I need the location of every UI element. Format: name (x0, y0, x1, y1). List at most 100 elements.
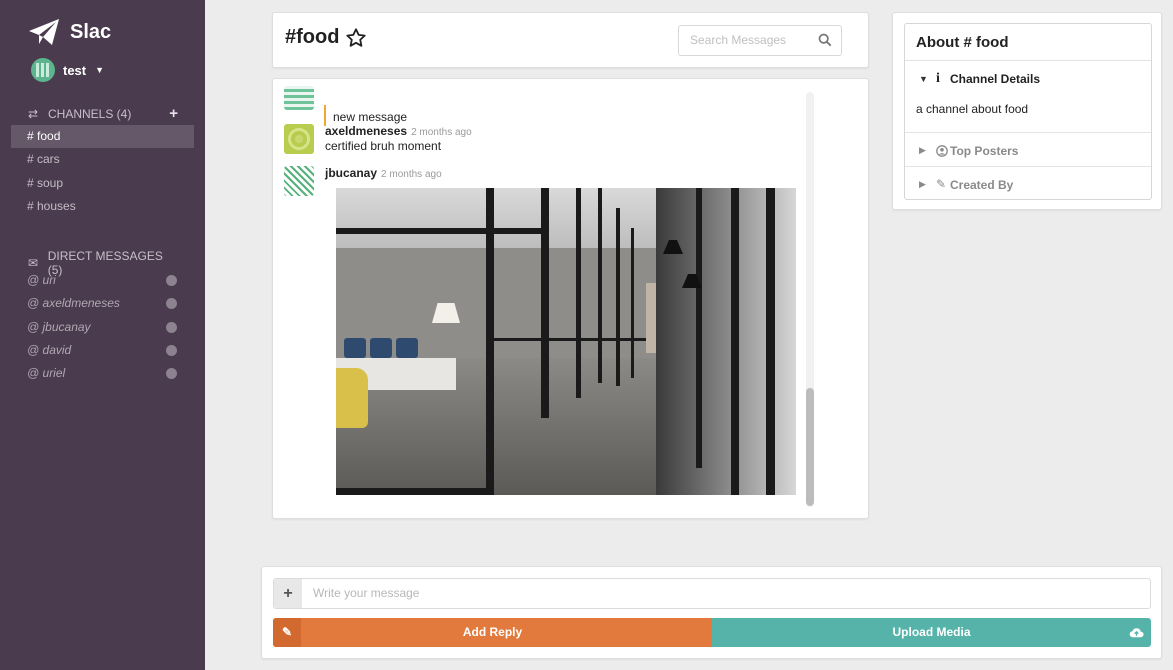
dm-item-uri[interactable]: @ uri (27, 270, 177, 290)
caret-right-icon: ▶ (919, 179, 926, 189)
status-dot (166, 368, 177, 379)
top-posters-label: Top Posters (950, 144, 1019, 158)
image-frame (696, 188, 702, 468)
image-frame (486, 188, 494, 495)
status-dot (166, 298, 177, 309)
username: test (63, 62, 87, 78)
sidebar-item-cars[interactable]: # cars (11, 148, 194, 171)
message-time: 2 months ago (411, 127, 472, 138)
dm-label: @ uri (27, 273, 56, 287)
image-frame (336, 488, 486, 495)
message-text: certified bruh moment (325, 139, 442, 153)
message-time: 2 months ago (381, 169, 442, 180)
plus-icon[interactable]: + (274, 579, 302, 608)
composer-buttons: ✎ Add Reply Upload Media (273, 618, 1151, 647)
dm-label: @ jbucanay (27, 320, 91, 334)
created-by-label: Created By (950, 178, 1014, 192)
star-icon[interactable] (345, 27, 367, 49)
caret-down-icon: ▼ (95, 65, 105, 75)
image-frame (766, 188, 775, 495)
search-input[interactable] (690, 33, 810, 47)
image-frame (486, 338, 646, 341)
search-box (678, 25, 842, 56)
envelope-icon: ✉ (28, 256, 39, 270)
image-cushion (344, 338, 366, 358)
image-frame (631, 228, 634, 378)
status-dot (166, 275, 177, 286)
image-frame (598, 188, 602, 383)
image-chair (336, 368, 368, 428)
brand[interactable]: Slac (28, 18, 111, 46)
status-dot (166, 345, 177, 356)
channel-title: #food (285, 26, 340, 48)
about-title: About # food (916, 34, 1009, 51)
dm-label: @ david (27, 343, 72, 357)
search-icon[interactable] (818, 33, 832, 47)
about-accordion: About # food ▼ i Channel Details a chann… (904, 23, 1152, 200)
author-name: axeldmeneses (325, 124, 408, 138)
avatar (31, 58, 55, 82)
about-panel: About # food ▼ i Channel Details a chann… (892, 12, 1162, 210)
message-author[interactable]: axeldmeneses 2 months ago (325, 124, 472, 138)
avatar (284, 166, 314, 196)
message-input[interactable] (313, 586, 1133, 600)
page-title: #food (285, 26, 367, 49)
add-channel-icon[interactable]: + (169, 105, 178, 122)
user-menu[interactable]: test ▼ (31, 58, 104, 82)
message-author[interactable]: jbucanay 2 months ago (325, 166, 442, 180)
dm-label: @ axeldmeneses (27, 296, 120, 310)
app-name: Slac (70, 20, 112, 43)
channels-header-label: CHANNELS (4) (48, 106, 132, 121)
top-posters-toggle[interactable]: ▶ Top Posters (905, 144, 1151, 164)
paper-plane-icon (29, 19, 59, 45)
message-input-row: + (273, 578, 1151, 609)
author-name: jbucanay (325, 166, 378, 180)
pencil-icon: ✎ (936, 177, 947, 191)
divider (905, 166, 1151, 167)
sidebar-item-soup[interactable]: # soup (11, 172, 194, 195)
image-cushion (370, 338, 392, 358)
image-frame (541, 188, 549, 418)
created-by-toggle[interactable]: ▶ ✎ Created By (905, 177, 1151, 198)
sidebar: Slac test ▼ ⇄ CHANNELS (4) + # food # ca… (0, 0, 205, 670)
about-header: About # food (905, 24, 1151, 61)
image-frame (616, 208, 620, 386)
dm-item-uriel[interactable]: @ uriel (27, 363, 177, 383)
caret-right-icon: ▶ (919, 145, 926, 155)
dm-item-jbucanay[interactable]: @ jbucanay (27, 317, 177, 337)
caret-down-icon: ▼ (919, 74, 928, 84)
message-list[interactable]: new message axeldmeneses 2 months ago cer… (272, 78, 869, 519)
scrollbar-thumb[interactable] (806, 388, 814, 506)
divider (905, 132, 1151, 133)
upload-media-label: Upload Media (892, 625, 971, 639)
channels-header: ⇄ CHANNELS (4) + (28, 105, 178, 122)
avatar (284, 124, 314, 154)
exchange-icon: ⇄ (28, 106, 39, 121)
dm-item-axeldmeneses[interactable]: @ axeldmeneses (27, 293, 177, 313)
image-right-wall (656, 188, 796, 495)
user-circle-icon (936, 145, 948, 157)
add-reply-label: Add Reply (462, 625, 523, 639)
channel-details-label: Channel Details (950, 72, 1041, 86)
upload-media-button[interactable]: Upload Media (712, 618, 1151, 647)
image-frame (576, 188, 581, 398)
sidebar-item-food[interactable]: # food (11, 125, 194, 148)
channel-details-toggle[interactable]: ▼ i Channel Details (905, 71, 1151, 92)
message-image[interactable] (336, 188, 796, 495)
avatar (284, 86, 314, 110)
message-text: new message (333, 110, 408, 124)
info-icon: i (936, 71, 940, 86)
message-composer: + ✎ Add Reply Upload Media (261, 566, 1162, 659)
status-dot (166, 322, 177, 333)
channel-description: a channel about food (916, 102, 1029, 116)
add-reply-button[interactable]: ✎ Add Reply (273, 618, 712, 647)
channel-header: #food (272, 12, 869, 68)
image-frame (731, 188, 739, 495)
edit-icon: ✎ (273, 618, 301, 647)
sidebar-item-houses[interactable]: # houses (11, 195, 194, 218)
image-cushion (396, 338, 418, 358)
dm-item-david[interactable]: @ david (27, 340, 177, 360)
image-lamp (432, 303, 460, 323)
quote-bar (324, 105, 326, 126)
cloud-upload-icon (1129, 628, 1144, 638)
